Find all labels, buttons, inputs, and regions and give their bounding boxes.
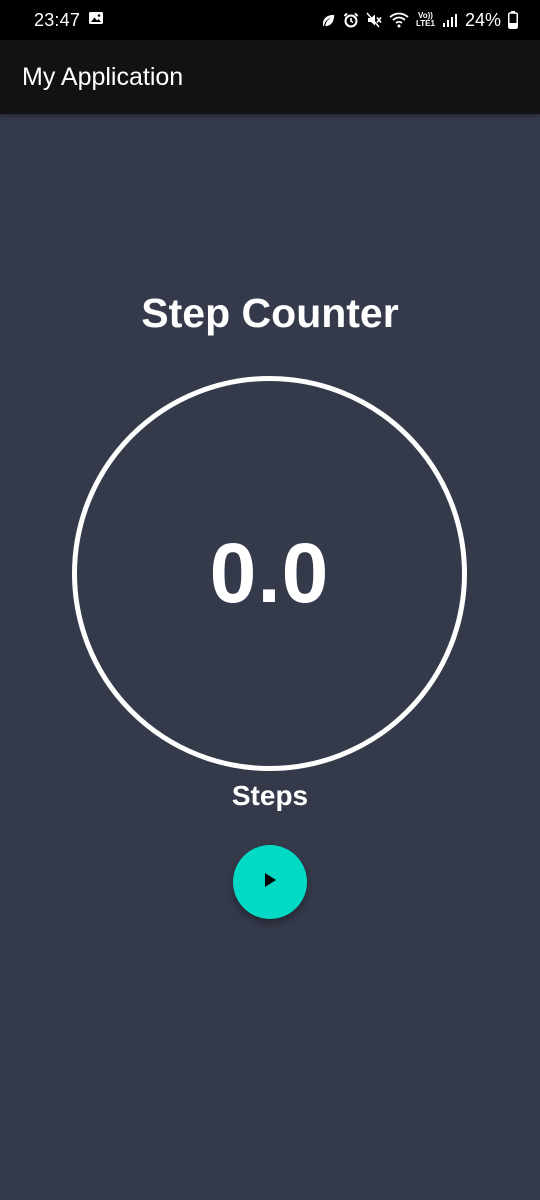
step-count-ring: 0.0 xyxy=(72,376,467,771)
network-type: Vo)) LTE1 xyxy=(416,11,435,28)
leaf-icon xyxy=(321,13,336,28)
play-button[interactable] xyxy=(233,845,307,919)
battery-icon xyxy=(508,11,518,29)
page-title: Step Counter xyxy=(141,290,399,336)
main-content: Step Counter 0.0 Steps xyxy=(0,114,540,1200)
signal-icon xyxy=(442,12,458,28)
image-icon xyxy=(88,10,104,31)
status-bar: 23:47 Vo)) LTE1 24% xyxy=(0,0,540,40)
app-title: My Application xyxy=(22,62,184,91)
play-icon xyxy=(261,871,279,894)
alarm-icon xyxy=(343,12,359,28)
step-count-value: 0.0 xyxy=(209,526,330,620)
mute-icon xyxy=(366,12,382,28)
battery-percent: 24% xyxy=(464,9,501,30)
wifi-icon xyxy=(389,12,409,28)
steps-label: Steps xyxy=(231,780,309,811)
status-time: 23:47 xyxy=(34,9,81,30)
status-right: Vo)) LTE1 24% xyxy=(321,10,518,31)
app-bar: My Application xyxy=(0,40,540,114)
status-left: 23:47 xyxy=(34,10,104,31)
